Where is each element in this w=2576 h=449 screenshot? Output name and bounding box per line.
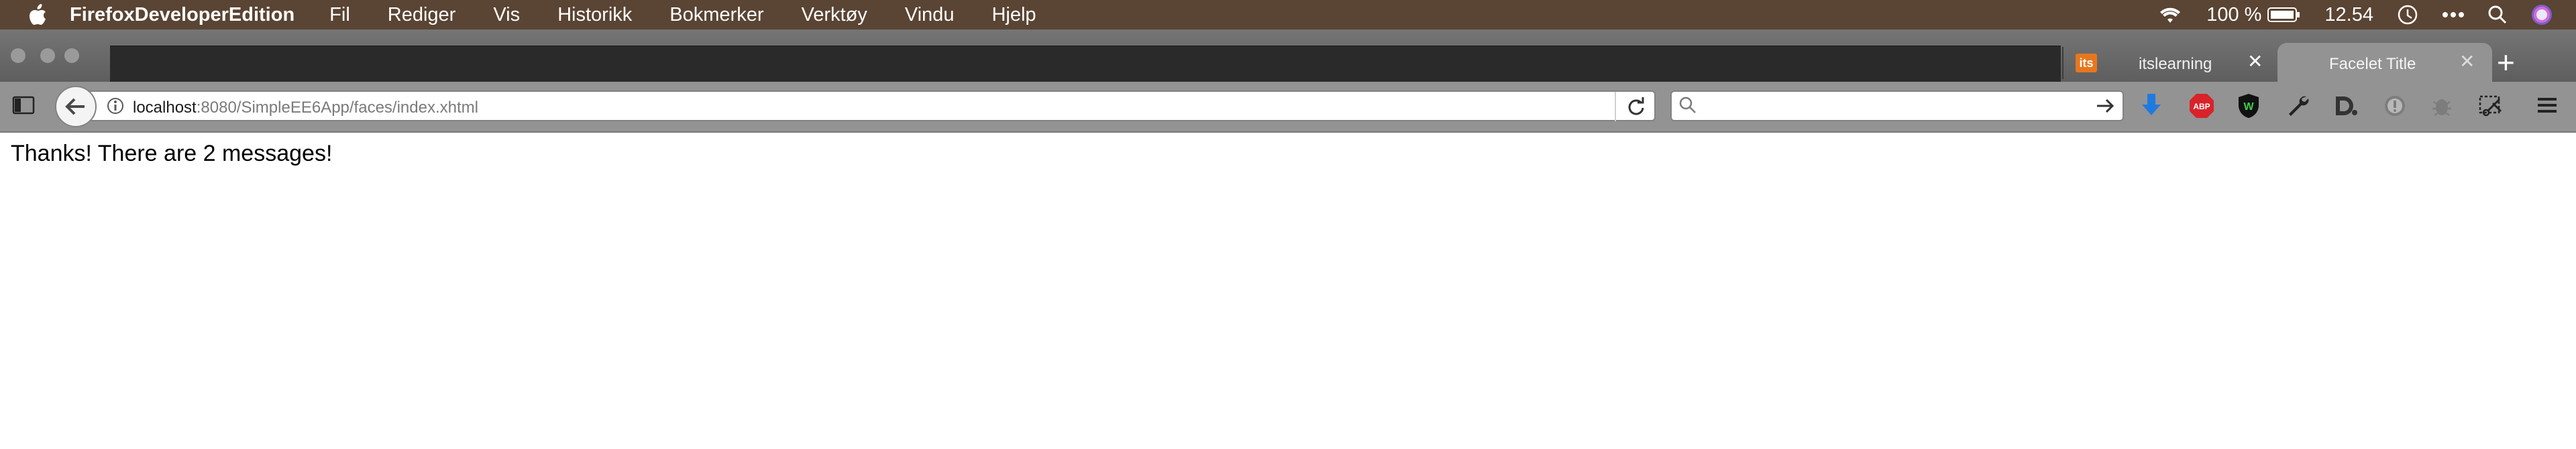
spotlight-search-icon[interactable] bbox=[2487, 5, 2508, 25]
shield-w-icon[interactable]: W bbox=[2237, 92, 2261, 119]
svg-text:W: W bbox=[2243, 101, 2254, 113]
search-icon bbox=[1678, 96, 1697, 115]
svg-text:ABP: ABP bbox=[2193, 102, 2210, 111]
bug-icon[interactable] bbox=[2430, 94, 2454, 118]
adblock-icon[interactable]: ABP bbox=[2188, 92, 2215, 119]
tab-facelet-close-icon[interactable]: ✕ bbox=[2459, 52, 2475, 71]
site-info-icon[interactable] bbox=[106, 97, 125, 115]
url-path: :8080/SimpleEE6App/faces/index.xhtml bbox=[196, 99, 478, 117]
info-circle-icon[interactable] bbox=[2383, 94, 2407, 118]
navigation-toolbar: localhost:8080/SimpleEE6App/faces/index.… bbox=[0, 82, 2576, 133]
window-close-button[interactable] bbox=[11, 48, 25, 63]
menubar-clock[interactable]: 12.54 bbox=[2324, 4, 2373, 26]
window-zoom-button[interactable] bbox=[64, 48, 79, 63]
siri-icon[interactable] bbox=[2530, 3, 2553, 26]
more-dots-icon[interactable] bbox=[2442, 11, 2465, 18]
tab-itslearning-title[interactable]: itslearning bbox=[2139, 55, 2212, 74]
page-message: Thanks! There are 2 messages! bbox=[11, 141, 333, 166]
app-menu-firefox[interactable]: FirefoxDeveloperEdition bbox=[70, 4, 294, 26]
tab-separator bbox=[2062, 47, 2063, 79]
new-tab-plus-icon[interactable]: + bbox=[2497, 47, 2515, 78]
tab-itslearning-close-icon[interactable]: ✕ bbox=[2247, 52, 2263, 71]
url-text[interactable]: localhost:8080/SimpleEE6App/faces/index.… bbox=[133, 99, 478, 117]
search-input[interactable] bbox=[1703, 94, 2081, 119]
dashlane-icon[interactable] bbox=[2333, 94, 2359, 118]
menu-fil[interactable]: Fil bbox=[329, 4, 350, 26]
back-button[interactable] bbox=[55, 86, 97, 127]
menu-vis[interactable]: Vis bbox=[493, 4, 520, 26]
time-machine-icon[interactable] bbox=[2396, 3, 2419, 26]
menu-bokmerker[interactable]: Bokmerker bbox=[669, 4, 763, 26]
menu-verktoy[interactable]: Verktøy bbox=[801, 4, 867, 26]
battery-icon[interactable] bbox=[2267, 6, 2302, 23]
search-bar[interactable] bbox=[1670, 90, 2124, 121]
menu-historikk[interactable]: Historikk bbox=[557, 4, 632, 26]
tab-facelet-title-label[interactable]: Facelet Title bbox=[2329, 55, 2416, 74]
menu-hjelp[interactable]: Hjelp bbox=[991, 4, 1036, 26]
menu-vindu[interactable]: Vindu bbox=[905, 4, 955, 26]
macos-menu-bar: FirefoxDeveloperEdition Fil Rediger Vis … bbox=[0, 0, 2576, 29]
window-minimize-button[interactable] bbox=[40, 48, 55, 63]
sidebar-toggle-icon[interactable] bbox=[12, 95, 35, 115]
screenshot-icon[interactable] bbox=[2478, 94, 2505, 118]
apple-icon[interactable] bbox=[24, 1, 51, 28]
wrench-icon[interactable] bbox=[2286, 94, 2310, 118]
tab-bar-empty-area bbox=[110, 46, 2061, 84]
menu-rediger[interactable]: Rediger bbox=[388, 4, 456, 26]
itslearning-favicon-icon: its bbox=[2076, 54, 2097, 72]
reload-button[interactable] bbox=[1615, 92, 1656, 121]
battery-percent: 100 % bbox=[2206, 3, 2262, 25]
url-host: localhost bbox=[133, 99, 197, 117]
download-icon[interactable] bbox=[2140, 92, 2163, 119]
wifi-icon[interactable] bbox=[2157, 5, 2184, 25]
search-go-arrow-icon[interactable] bbox=[2096, 97, 2114, 115]
hamburger-menu-icon[interactable] bbox=[2536, 95, 2559, 115]
tab-strip: its itslearning ✕ Facelet Title ✕ + bbox=[0, 29, 2576, 84]
